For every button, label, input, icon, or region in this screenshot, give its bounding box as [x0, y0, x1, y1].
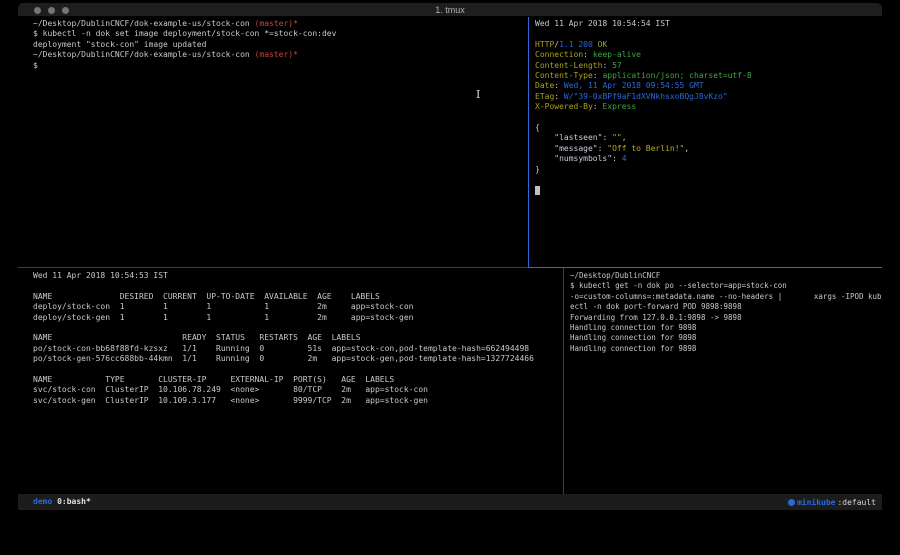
- terminal-line: -o=custom-columns=:metadata.name --no-he…: [570, 292, 882, 302]
- terminal-line: HTTP/1.1 200 OK: [535, 40, 882, 50]
- active-window-label[interactable]: 0:bash*: [52, 497, 91, 506]
- terminal-line: [535, 186, 882, 196]
- close-button-icon[interactable]: [34, 7, 41, 14]
- terminal-line: deploy/stock-gen 1 1 1 1 2m app=stock-ge…: [33, 313, 563, 323]
- traffic-lights: [34, 7, 69, 14]
- terminal-window: 1. tmux ~/Desktop/DublinCNCF/dok-example…: [18, 3, 882, 510]
- terminal-line: ~/Desktop/DublinCNCF/dok-example-us/stoc…: [33, 19, 528, 29]
- terminal-line: [33, 365, 563, 375]
- terminal-line: NAME TYPE CLUSTER-IP EXTERNAL-IP PORT(S)…: [33, 375, 563, 385]
- terminal-cursor: [535, 186, 540, 195]
- pane-top-right-http-response[interactable]: Wed 11 Apr 2018 10:54:54 IST HTTP/1.1 20…: [529, 17, 882, 267]
- tmux-status-bar: demo 0:bash* minikube :default: [18, 494, 882, 510]
- terminal-line: X-Powered-By: Express: [535, 102, 882, 112]
- terminal-line: "message": "Off to Berlin!",: [535, 144, 882, 154]
- terminal-line: deployment "stock-con" image updated: [33, 40, 528, 50]
- terminal-line: $ kubectl -n dok set image deployment/st…: [33, 29, 528, 39]
- session-name: demo: [33, 497, 52, 506]
- pane-bottom-left-kubectl-tables[interactable]: Wed 11 Apr 2018 10:54:53 IST NAME DESIRE…: [18, 268, 563, 494]
- desktop: 1. tmux ~/Desktop/DublinCNCF/dok-example…: [0, 0, 900, 555]
- minimize-button-icon[interactable]: [48, 7, 55, 14]
- window-title: 1. tmux: [18, 3, 882, 17]
- terminal-line: $: [33, 61, 528, 71]
- terminal-line: Connection: keep-alive: [535, 50, 882, 60]
- pane-divider-horizontal-right-active[interactable]: [528, 267, 882, 268]
- terminal-line: "numsymbols": 4: [535, 154, 882, 164]
- terminal-line: Content-Length: 57: [535, 61, 882, 71]
- terminal-line: Forwarding from 127.0.0.1:9898 -> 9898: [570, 313, 882, 323]
- terminal-line: po/stock-con-bb68f88fd-kzsxz 1/1 Running…: [33, 344, 563, 354]
- tmux-session: ~/Desktop/DublinCNCF/dok-example-us/stoc…: [18, 17, 882, 494]
- terminal-line: ~/Desktop/DublinCNCF: [570, 271, 882, 281]
- status-left: demo 0:bash*: [33, 494, 91, 510]
- terminal-line: svc/stock-gen ClusterIP 10.109.3.177 <no…: [33, 396, 563, 406]
- terminal-line: svc/stock-con ClusterIP 10.106.78.249 <n…: [33, 385, 563, 395]
- terminal-line: [535, 113, 882, 123]
- terminal-line: $ kubectl get -n dok po --selector=app=s…: [570, 281, 882, 291]
- pane-divider-vertical-bottom[interactable]: [563, 268, 564, 494]
- terminal-line: NAME DESIRED CURRENT UP-TO-DATE AVAILABL…: [33, 292, 563, 302]
- terminal-line: deploy/stock-con 1 1 1 1 2m app=stock-co…: [33, 302, 563, 312]
- terminal-line: NAME READY STATUS RESTARTS AGE LABELS: [33, 333, 563, 343]
- terminal-line: Content-Type: application/json; charset=…: [535, 71, 882, 81]
- terminal-line: Handling connection for 9898: [570, 333, 882, 343]
- titlebar[interactable]: 1. tmux: [18, 3, 882, 17]
- terminal-line: ectl -n dok port-forward POD 9898:9898: [570, 302, 882, 312]
- kube-namespace: :default: [837, 495, 876, 510]
- pane-bottom-right-port-forward[interactable]: ~/Desktop/DublinCNCF$ kubectl get -n dok…: [564, 268, 882, 494]
- kubernetes-helm-icon: [788, 499, 795, 506]
- terminal-line: ETag: W/"39-0xBPf9aF1dXVNkhsxoBQgJ8vKzo": [535, 92, 882, 102]
- terminal-line: Date: Wed, 11 Apr 2018 09:54:55 GMT: [535, 81, 882, 91]
- terminal-line: ~/Desktop/DublinCNCF/dok-example-us/stoc…: [33, 50, 528, 60]
- terminal-line: "lastseen": "",: [535, 133, 882, 143]
- terminal-line: [535, 29, 882, 39]
- kube-context: minikube: [797, 495, 836, 510]
- terminal-line: [535, 175, 882, 185]
- terminal-line: Handling connection for 9898: [570, 344, 882, 354]
- terminal-line: }: [535, 165, 882, 175]
- pane-divider-vertical-top-active[interactable]: [528, 17, 529, 268]
- pane-divider-horizontal-left[interactable]: [18, 267, 528, 268]
- zoom-button-icon[interactable]: [62, 7, 69, 14]
- pane-top-left-shell[interactable]: ~/Desktop/DublinCNCF/dok-example-us/stoc…: [18, 17, 528, 267]
- mouse-cursor-ibeam: I: [476, 89, 480, 101]
- status-right: minikube :default: [788, 494, 876, 510]
- terminal-line: Wed 11 Apr 2018 10:54:53 IST: [33, 271, 563, 281]
- terminal-line: [33, 281, 563, 291]
- terminal-line: [33, 323, 563, 333]
- terminal-line: po/stock-gen-576cc688bb-44kmn 1/1 Runnin…: [33, 354, 563, 364]
- terminal-line: Wed 11 Apr 2018 10:54:54 IST: [535, 19, 882, 29]
- terminal-line: Handling connection for 9898: [570, 323, 882, 333]
- terminal-line: {: [535, 123, 882, 133]
